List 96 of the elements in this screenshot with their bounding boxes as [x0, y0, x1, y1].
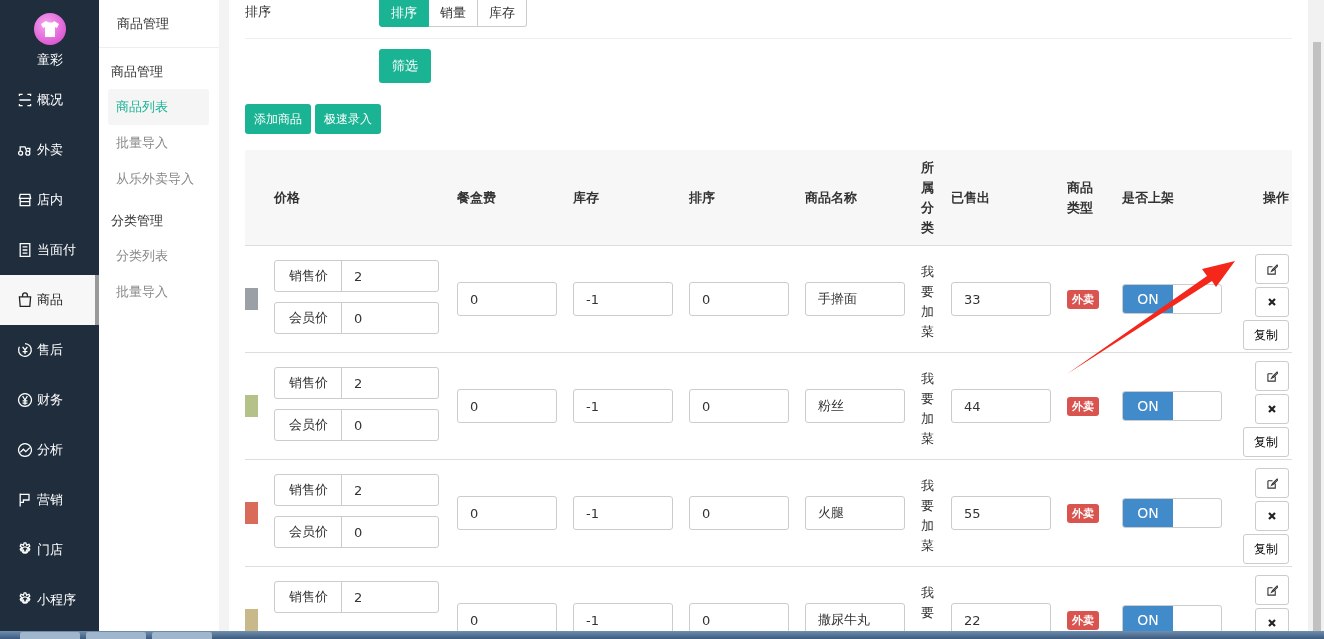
nav-item[interactable]: 售后 — [0, 325, 99, 375]
close-icon — [1267, 404, 1277, 414]
column-header: 所属分类 — [921, 158, 934, 237]
column-header: 商品名称 — [805, 188, 857, 207]
stock-field[interactable]: -1 — [573, 496, 673, 530]
edit-icon — [1266, 370, 1278, 382]
price-field[interactable]: 销售价 2 — [274, 581, 439, 613]
yen-refund-icon — [17, 342, 33, 358]
copy-button[interactable]: 复制 — [1243, 534, 1289, 564]
nav-item[interactable]: 当面付 — [0, 225, 99, 275]
edit-button[interactable] — [1255, 254, 1289, 284]
nav-item[interactable]: 小程序 — [0, 575, 99, 625]
box-fee-field[interactable]: 0 — [457, 496, 557, 530]
submenu-item[interactable]: 批量导入 — [108, 274, 209, 310]
nav-item[interactable]: 商品 — [0, 275, 99, 325]
column-header: 价格 — [274, 188, 300, 207]
brand-name: 童彩 — [36, 51, 63, 69]
price-field[interactable]: 销售价 2 — [274, 260, 439, 292]
sort-option[interactable]: 销量 — [429, 0, 478, 27]
price-field[interactable]: 销售价 2 — [274, 367, 439, 399]
delete-button[interactable] — [1255, 501, 1289, 531]
price-field[interactable]: 销售价 2 — [274, 474, 439, 506]
submenu-heading: 分类管理 — [110, 212, 164, 230]
column-header: 已售出 — [951, 188, 990, 207]
type-badge: 外卖 — [1067, 396, 1099, 416]
nav-item[interactable]: 概况 — [0, 75, 99, 125]
sort-field[interactable]: 0 — [689, 282, 789, 316]
category-text: 我要加菜 — [921, 370, 934, 448]
nav-item[interactable]: 分析 — [0, 425, 99, 475]
yen-icon — [17, 392, 33, 408]
copy-button[interactable]: 复制 — [1243, 427, 1289, 457]
nav-item[interactable]: 门店 — [0, 525, 99, 575]
sort-field[interactable]: 0 — [689, 496, 789, 530]
close-icon — [1267, 511, 1277, 521]
delete-button[interactable] — [1255, 608, 1289, 631]
category-text: 我要加菜 — [921, 477, 934, 555]
nav-item[interactable]: 财务 — [0, 375, 99, 425]
column-header: 餐盒费 — [457, 188, 496, 207]
submenu-heading: 商品管理 — [110, 63, 164, 81]
box-fee-field[interactable]: 0 — [457, 389, 557, 423]
sold-field[interactable]: 44 — [951, 389, 1051, 423]
submenu-item[interactable]: 批量导入 — [108, 125, 209, 161]
nav-item[interactable]: 店内 — [0, 175, 99, 225]
delete-button[interactable] — [1255, 287, 1289, 317]
price-field[interactable]: 会员价 0 — [274, 302, 439, 334]
delete-button[interactable] — [1255, 394, 1289, 424]
edit-icon — [1266, 477, 1278, 489]
copy-button[interactable]: 复制 — [1243, 320, 1289, 350]
type-badge: 外卖 — [1067, 503, 1099, 523]
type-badge: 外卖 — [1067, 610, 1099, 630]
submenu-item[interactable]: 从乐外卖导入 — [108, 161, 209, 197]
sold-field[interactable]: 33 — [951, 282, 1051, 316]
nav-item[interactable]: 营销 — [0, 475, 99, 525]
name-field[interactable]: 手擀面 — [805, 282, 905, 316]
sort-field[interactable]: 0 — [689, 389, 789, 423]
submenu-title: 商品管理 — [99, 0, 219, 48]
category-text: 我要加菜 — [921, 263, 934, 341]
stock-field[interactable]: -1 — [573, 282, 673, 316]
edit-button[interactable] — [1255, 575, 1289, 605]
edit-button[interactable] — [1255, 361, 1289, 391]
edit-button[interactable] — [1255, 468, 1289, 498]
type-badge: 外卖 — [1067, 289, 1099, 309]
box-fee-field[interactable]: 0 — [457, 282, 557, 316]
photo-placeholder — [245, 609, 258, 631]
nav-item[interactable]: 外卖 — [0, 125, 99, 175]
chart-icon — [17, 442, 33, 458]
stock-field[interactable]: -1 — [573, 389, 673, 423]
photo-placeholder — [245, 395, 258, 417]
logo-icon — [33, 13, 66, 45]
column-header: 排序 — [689, 188, 715, 207]
close-icon — [1267, 618, 1277, 628]
column-header: 商品类型 — [1067, 178, 1093, 217]
column-header: 是否上架 — [1122, 188, 1174, 207]
edit-icon — [1266, 263, 1278, 275]
close-icon — [1267, 297, 1277, 307]
name-field[interactable]: 粉丝 — [805, 389, 905, 423]
filter-label: 排序 — [245, 3, 272, 21]
scan-icon — [17, 92, 33, 108]
column-header: 操作 — [1263, 188, 1289, 207]
store-icon — [17, 192, 33, 208]
photo-placeholder — [245, 288, 258, 310]
price-field[interactable]: 会员价 0 — [274, 516, 439, 548]
name-field[interactable]: 火腿 — [805, 496, 905, 530]
column-header: 库存 — [573, 188, 599, 207]
category-text: 我要 — [921, 584, 934, 622]
submenu-item[interactable]: 分类列表 — [108, 238, 209, 274]
photo-placeholder — [245, 502, 258, 524]
edit-icon — [1266, 584, 1278, 596]
sort-option[interactable]: 库存 — [478, 0, 527, 27]
sold-field[interactable]: 55 — [951, 496, 1051, 530]
toggle-switch[interactable]: ON — [1122, 391, 1222, 421]
toggle-switch[interactable]: ON — [1122, 498, 1222, 528]
flag-icon — [17, 492, 33, 508]
receipt-icon — [17, 242, 33, 258]
price-field[interactable]: 会员价 0 — [274, 409, 439, 441]
bag-icon — [17, 292, 33, 308]
